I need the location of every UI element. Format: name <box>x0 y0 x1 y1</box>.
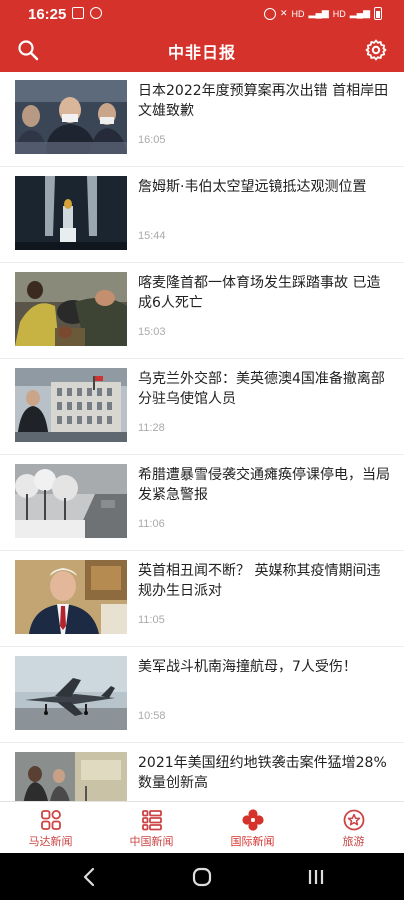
nav-label: 国际新闻 <box>230 835 275 848</box>
nav-label: 中国新闻 <box>129 835 174 848</box>
bottom-nav: 马达新闻 中国新闻 国际新闻 旅游 <box>0 801 404 854</box>
telescope-photo <box>15 176 127 250</box>
news-item[interactable]: 日本2022年度预算案再次出错 首相岸田文雄致歉 16:05 <box>0 72 404 167</box>
signal-icon-2: ▂▄▆ <box>349 8 370 18</box>
nav-label: 马达新闻 <box>28 835 73 848</box>
settings-button[interactable] <box>364 38 388 62</box>
news-item[interactable]: 希腊遭暴雪侵袭交通瘫痪停课停电，当局发紧急警报 11:06 <box>0 456 404 551</box>
news-time: 11:28 <box>138 422 165 434</box>
alarm-icon <box>263 7 276 20</box>
subway-photo <box>15 752 127 801</box>
news-time: 16:05 <box>138 134 166 146</box>
news-title: 詹姆斯·韦伯太空望远镜抵达观测位置 <box>138 179 367 195</box>
news-time: 10:58 <box>138 710 166 722</box>
signal-icon: ▂▄▆ <box>308 8 329 18</box>
system-status-icons: ✕ HD ▂▄▆ HD ▂▄▆ <box>263 7 382 20</box>
network-label-2: HD <box>332 8 346 19</box>
fighter-jet-photo <box>15 656 127 730</box>
news-item[interactable]: 英首相丑闻不断？ 英媒称其疫情期间违规办生日派对 11:05 <box>0 552 404 647</box>
news-item[interactable]: 喀麦隆首都一体育场发生踩踏事故 已造成6人死亡 15:03 <box>0 264 404 359</box>
app-notification-icon <box>90 7 102 19</box>
nav-tab-travel[interactable]: 旅游 <box>303 802 404 854</box>
nav-label: 旅游 <box>342 835 365 848</box>
news-item[interactable]: 乌克兰外交部：美英德澳4国准备撤离部分驻乌使馆人员 11:28 <box>0 360 404 455</box>
nav-tab-mada-news[interactable]: 马达新闻 <box>0 802 101 854</box>
news-list[interactable]: 日本2022年度预算案再次出错 首相岸田文雄致歉 16:05 詹姆斯·韦伯太空望… <box>0 72 404 801</box>
back-icon[interactable] <box>78 865 102 889</box>
gear-icon <box>365 39 387 61</box>
star-badge-icon <box>343 809 365 831</box>
news-title: 希腊遭暴雪侵袭交通瘫痪停课停电，当局发紧急警报 <box>138 467 390 503</box>
news-time: 11:06 <box>138 518 165 530</box>
news-time: 11:05 <box>138 614 165 626</box>
news-item[interactable]: 美军战斗机南海撞航母，7人受伤！ 10:58 <box>0 648 404 743</box>
nav-tab-world-news[interactable]: 国际新闻 <box>202 802 303 854</box>
news-title: 美军战斗机南海撞航母，7人受伤！ <box>138 659 357 675</box>
home-icon[interactable] <box>190 865 214 889</box>
app-bar: 中非日报 <box>0 28 404 72</box>
news-title: 日本2022年度预算案再次出错 首相岸田文雄致歉 <box>138 83 389 119</box>
app-title: 中非日报 <box>167 43 236 62</box>
news-item[interactable]: 詹姆斯·韦伯太空望远镜抵达观测位置 15:44 <box>0 168 404 263</box>
news-title: 乌克兰外交部：美英德澳4国准备撤离部分驻乌使馆人员 <box>138 371 385 407</box>
news-time: 15:44 <box>138 230 166 242</box>
list-icon <box>142 810 162 831</box>
battery-icon <box>374 7 382 20</box>
notification-icons <box>72 7 102 19</box>
news-title: 喀麦隆首都一体育场发生踩踏事故 已造成6人死亡 <box>138 275 381 311</box>
status-time: 16:25 <box>28 6 67 23</box>
news-title: 英首相丑闻不断？ 英媒称其疫情期间违规办生日派对 <box>138 563 381 599</box>
status-bar: 16:25 ✕ HD ▂▄▆ HD ▂▄▆ <box>0 0 404 28</box>
recent-apps-icon[interactable] <box>304 865 328 889</box>
news-item[interactable]: 2021年美国纽约地铁袭击案件猛增28% 数量创新高 <box>0 744 404 801</box>
uk-pm-photo <box>15 560 127 634</box>
grid-icon <box>41 809 61 830</box>
nav-tab-china-news[interactable]: 中国新闻 <box>101 802 202 854</box>
snow-photo <box>15 464 127 538</box>
system-nav-bar <box>0 853 404 900</box>
news-time: 15:03 <box>138 326 166 338</box>
network-label-1: HD <box>291 8 305 19</box>
embassy-photo <box>15 368 127 442</box>
stadium-photo <box>15 272 127 346</box>
clover-icon <box>242 809 264 831</box>
news-title: 2021年美国纽约地铁袭击案件猛增28% 数量创新高 <box>138 755 387 791</box>
image-icon <box>72 7 84 19</box>
mute-icon: ✕ <box>279 8 288 18</box>
japan-pm-photo <box>15 80 127 154</box>
